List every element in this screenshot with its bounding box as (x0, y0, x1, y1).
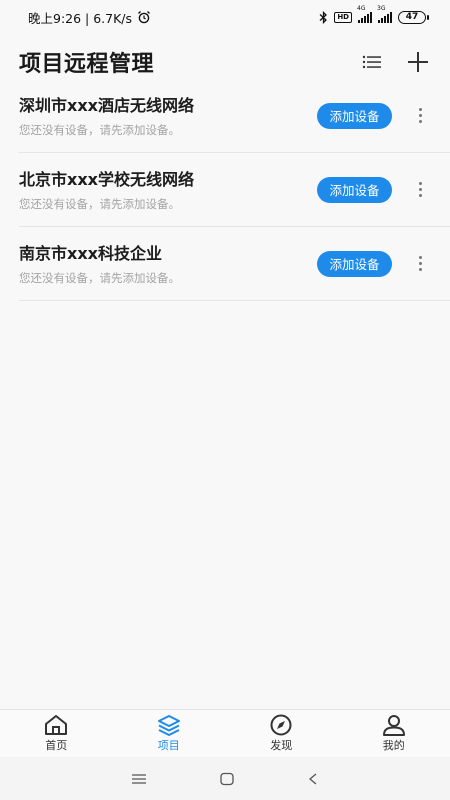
layers-icon (157, 715, 180, 736)
signal-icon-sim1: 4G (357, 5, 372, 23)
more-options-icon[interactable] (412, 180, 428, 200)
home-icon (45, 715, 68, 735)
header-actions (360, 50, 430, 74)
battery-indicator: 47 (398, 10, 429, 24)
nav-label-mine: 我的 (382, 739, 405, 752)
list-icon (362, 55, 381, 69)
project-actions: 添加设备 (317, 176, 428, 203)
project-list: 深圳市xxx酒店无线网络 您还没有设备，请先添加设备。 添加设备 北京市xxx学… (19, 79, 450, 301)
nav-item-home[interactable]: 首页 (0, 710, 113, 757)
nav-item-mine[interactable]: 我的 (338, 710, 450, 757)
status-right: HD 4G 3G 47 (319, 5, 429, 24)
project-item[interactable]: 北京市xxx学校无线网络 您还没有设备，请先添加设备。 添加设备 (19, 153, 450, 227)
bluetooth-icon (319, 10, 328, 24)
signal-icon-sim2: 3G (377, 5, 392, 23)
back-icon[interactable] (307, 772, 319, 786)
project-item[interactable]: 深圳市xxx酒店无线网络 您还没有设备，请先添加设备。 添加设备 (19, 79, 450, 153)
status-bar: 晚上9:26 | 6.7K/s HD 4G 3G 47 (0, 0, 450, 34)
nav-label-discover: 发现 (270, 739, 293, 752)
battery-level: 47 (405, 12, 419, 22)
add-project-button[interactable] (406, 50, 430, 74)
bottom-nav: 首页 项目 发现 我的 (0, 709, 450, 757)
system-nav-bar (0, 757, 450, 800)
sim2-network-type: 3G (377, 4, 386, 12)
nav-label-home: 首页 (45, 739, 68, 752)
project-name: 深圳市xxx酒店无线网络 (19, 95, 194, 115)
project-text: 南京市xxx科技企业 您还没有设备，请先添加设备。 (19, 240, 180, 286)
nav-item-project[interactable]: 项目 (113, 710, 226, 757)
project-subtitle: 您还没有设备，请先添加设备。 (19, 122, 180, 137)
project-text: 北京市xxx学校无线网络 您还没有设备，请先添加设备。 (19, 166, 194, 212)
add-device-button[interactable]: 添加设备 (317, 250, 392, 277)
status-time: 晚上9:26 | 6.7K/s (28, 10, 133, 26)
menu-icon[interactable] (131, 773, 147, 785)
project-item[interactable]: 南京市xxx科技企业 您还没有设备，请先添加设备。 添加设备 (19, 227, 450, 301)
hd-badge: HD (334, 11, 352, 23)
plus-icon (408, 52, 428, 72)
add-device-button[interactable]: 添加设备 (317, 176, 392, 203)
project-subtitle: 您还没有设备，请先添加设备。 (19, 270, 180, 285)
project-subtitle: 您还没有设备，请先添加设备。 (19, 196, 180, 211)
sim1-network-type: 4G (357, 4, 366, 12)
project-text: 深圳市xxx酒店无线网络 您还没有设备，请先添加设备。 (19, 92, 194, 138)
more-options-icon[interactable] (412, 106, 428, 126)
add-device-button[interactable]: 添加设备 (317, 102, 392, 129)
nav-item-discover[interactable]: 发现 (225, 710, 338, 757)
more-options-icon[interactable] (412, 254, 428, 274)
compass-icon (270, 714, 292, 736)
project-name: 北京市xxx学校无线网络 (19, 169, 194, 189)
project-actions: 添加设备 (317, 250, 428, 277)
home-square-icon[interactable] (219, 772, 235, 786)
status-left: 晚上9:26 | 6.7K/s (28, 8, 151, 27)
page-title: 项目远程管理 (19, 52, 155, 77)
project-name: 南京市xxx科技企业 (19, 243, 162, 263)
nav-label-project: 项目 (157, 739, 180, 752)
list-view-button[interactable] (360, 50, 384, 74)
alarm-icon (138, 11, 150, 24)
project-actions: 添加设备 (317, 102, 428, 129)
user-icon (382, 715, 405, 736)
